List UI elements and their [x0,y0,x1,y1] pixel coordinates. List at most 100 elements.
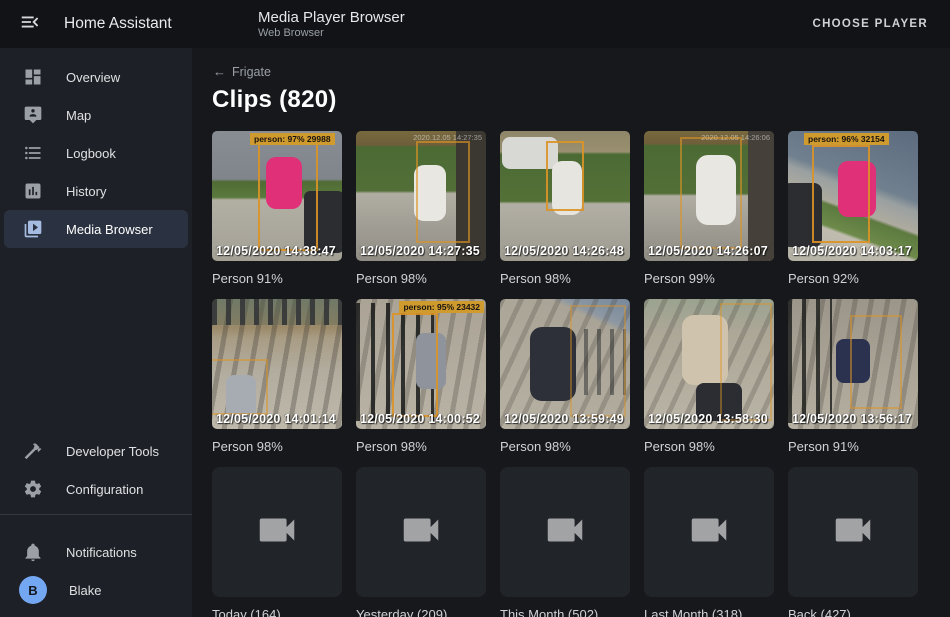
sidebar-item-developer-tools[interactable]: Developer Tools [4,432,188,470]
video-camera-icon [686,507,732,558]
sidebar-item-label: Developer Tools [66,444,159,459]
map-account-icon [22,104,44,126]
video-camera-icon [254,507,300,558]
app-bar-left: Home Assistant [0,12,192,36]
sidebar-item-label: History [66,184,106,199]
sidebar-item-label: Media Browser [66,222,153,237]
clip-label: Person 98% [644,438,774,455]
clip-label: Person 98% [500,270,630,287]
sidebar-item-label: Notifications [66,545,137,560]
back-link-frigate[interactable]: ← Frigate [192,48,271,79]
clip-label: Person 92% [788,270,918,287]
sidebar-item-overview[interactable]: Overview [4,58,188,96]
detection-bounding-box [392,313,438,417]
camera-osd-timestamp: 2020.12.05 14:27:35 [413,133,482,142]
clip-thumbnail: person: 95% 23432 12/05/2020 14:00:52 [356,299,486,429]
clip-card[interactable]: 12/05/2020 13:56:17 Person 91% [788,299,918,455]
video-camera-icon [830,507,876,558]
player-title: Media Player Browser [258,9,405,26]
detection-chip: person: 96% 32154 [804,133,889,145]
detection-chip: person: 97% 29988 [250,133,335,145]
folder-label: Back (427) [788,606,918,617]
clip-timestamp: 12/05/2020 14:38:47 [216,244,336,258]
media-browser-content: ← Frigate Clips (820) person: 97% 29988 … [192,48,950,617]
app-bar: Home Assistant Media Player Browser Web … [0,0,950,48]
player-header: Media Player Browser Web Browser [258,9,405,40]
sidebar-divider [0,514,192,515]
clip-label: Person 91% [788,438,918,455]
sidebar-item-media-browser[interactable]: Media Browser [4,210,188,248]
clip-timestamp: 12/05/2020 13:58:30 [648,412,768,426]
clip-card[interactable]: person: 95% 23432 12/05/2020 14:00:52 Pe… [356,299,486,455]
folder-card-last-month[interactable]: Last Month (318) [644,467,774,617]
page-title: Clips (820) [192,79,950,114]
clip-timestamp: 12/05/2020 14:26:07 [648,244,768,258]
folder-card-today[interactable]: Today (164) [212,467,342,617]
player-subtitle: Web Browser [258,27,405,40]
gear-icon [22,478,44,500]
camera-osd-timestamp: 2020.12.05 14:26:06 [701,133,770,142]
clip-card[interactable]: person: 97% 29988 12/05/2020 14:38:47 Pe… [212,131,342,287]
clip-card[interactable]: 2020.12.05 14:27:35 12/05/2020 14:27:35 … [356,131,486,287]
sidebar-item-notifications[interactable]: Notifications [4,533,188,571]
clip-timestamp: 12/05/2020 14:26:48 [504,244,624,258]
clip-card[interactable]: 12/05/2020 14:01:14 Person 98% [212,299,342,455]
clip-label: Person 99% [644,270,774,287]
detection-bounding-box [680,137,742,249]
sidebar-item-label: Configuration [66,482,143,497]
sidebar-item-history[interactable]: History [4,172,188,210]
sidebar-item-label: Overview [66,70,120,85]
folder-tile [500,467,630,597]
clip-thumbnail: 12/05/2020 14:01:14 [212,299,342,429]
folder-card-this-month[interactable]: This Month (502) [500,467,630,617]
sidebar-item-logbook[interactable]: Logbook [4,134,188,172]
bell-icon [22,541,44,563]
clip-thumbnail: 12/05/2020 14:26:48 [500,131,630,261]
clip-timestamp: 12/05/2020 14:00:52 [360,412,480,426]
sidebar-spacer [0,248,192,422]
clip-card[interactable]: 12/05/2020 14:26:48 Person 98% [500,131,630,287]
clip-card[interactable]: person: 96% 32154 12/05/2020 14:03:17 Pe… [788,131,918,287]
sidebar-item-user-profile[interactable]: B Blake [4,571,188,609]
folder-label: Last Month (318) [644,606,774,617]
detection-bounding-box [212,359,268,415]
clip-card[interactable]: 12/05/2020 13:58:30 Person 98% [644,299,774,455]
sidebar-item-map[interactable]: Map [4,96,188,134]
detection-bounding-box [258,137,318,251]
home-assistant-app: Home Assistant Media Player Browser Web … [0,0,950,617]
sidebar-item-label: Map [66,108,91,123]
clip-label: Person 98% [356,270,486,287]
clip-thumbnail: 2020.12.05 14:26:06 12/05/2020 14:26:07 [644,131,774,261]
clip-card[interactable]: 2020.12.05 14:26:06 12/05/2020 14:26:07 … [644,131,774,287]
app-title: Home Assistant [64,15,172,33]
sidebar-item-configuration[interactable]: Configuration [4,470,188,508]
detection-bounding-box [850,315,902,409]
folder-card-back[interactable]: Back (427) [788,467,918,617]
choose-player-button[interactable]: CHOOSE PLAYER [802,10,938,38]
sidebar-tools-group: Developer Tools Configuration [0,422,192,508]
video-camera-icon [542,507,588,558]
dashboard-icon [22,66,44,88]
sidebar-item-label: Logbook [66,146,116,161]
back-link-label: Frigate [232,65,271,79]
clip-thumbnail: person: 97% 29988 12/05/2020 14:38:47 [212,131,342,261]
fence-shape [788,299,832,423]
folder-tile [788,467,918,597]
detection-bounding-box [720,303,772,421]
detection-bounding-box [416,141,470,243]
sidebar-main-group: Overview Map Logbook History [0,48,192,248]
folder-label: Today (164) [212,606,342,617]
clip-card[interactable]: 12/05/2020 13:59:49 Person 98% [500,299,630,455]
folder-tile [212,467,342,597]
clip-thumbnail: 12/05/2020 13:56:17 [788,299,918,429]
folder-card-yesterday[interactable]: Yesterday (209) [356,467,486,617]
sidebar-toggle-button[interactable] [18,12,42,36]
clip-timestamp: 12/05/2020 13:59:49 [504,412,624,426]
user-name: Blake [69,583,102,598]
sidebar: Overview Map Logbook History [0,48,192,617]
back-arrow-icon: ← [213,64,226,79]
clips-grid: person: 97% 29988 12/05/2020 14:38:47 Pe… [192,114,950,617]
folder-tile [356,467,486,597]
clip-label: Person 98% [212,438,342,455]
detection-chip: person: 95% 23432 [399,301,484,313]
